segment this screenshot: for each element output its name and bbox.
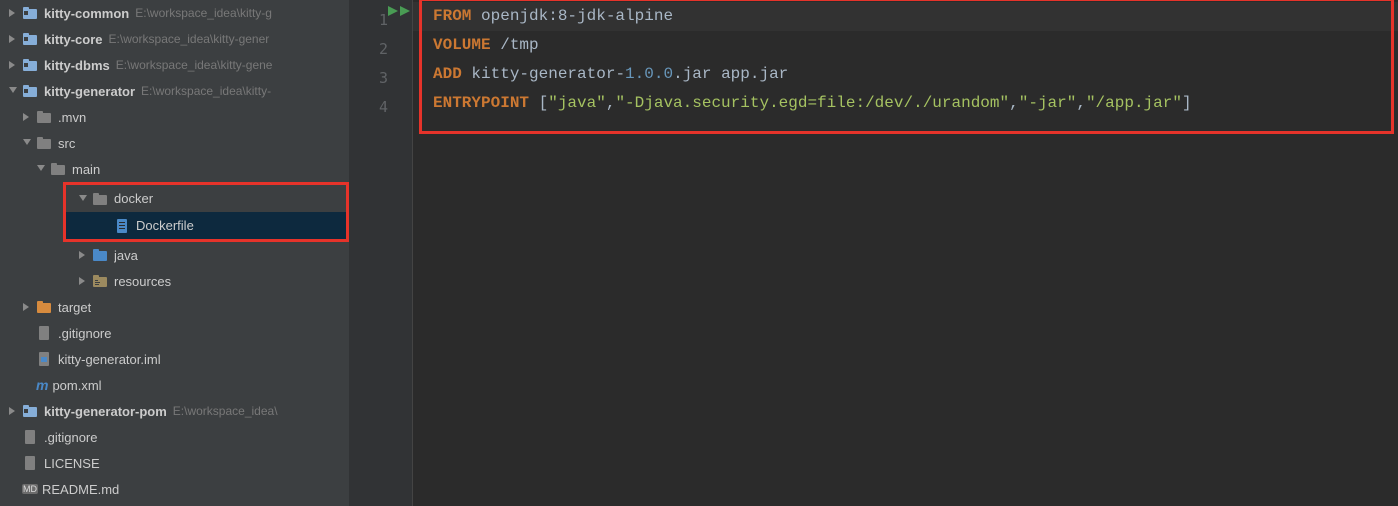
chevron-right-icon: [78, 250, 88, 260]
tree-path: E:\workspace_idea\kitty-gene: [116, 58, 273, 72]
tree-item-mvn[interactable]: .mvn: [0, 104, 349, 130]
resources-folder-icon: [92, 273, 108, 289]
chevron-down-icon: [8, 86, 18, 96]
source-folder-icon: [92, 247, 108, 263]
tree-label: Dockerfile: [136, 218, 194, 233]
tree-label: target: [58, 300, 91, 315]
line-number: 3: [349, 64, 412, 93]
tree-item-main[interactable]: main: [0, 156, 349, 182]
tree-label: java: [114, 248, 138, 263]
module-folder-icon: [22, 5, 38, 21]
folder-icon: [36, 109, 52, 125]
tree-label: resources: [114, 274, 171, 289]
tree-label: pom.xml: [52, 378, 101, 393]
chevron-right-icon: [78, 276, 88, 286]
editor-gutter: 1 2 3 4: [349, 0, 413, 506]
line-number: 4: [349, 93, 412, 122]
tree-item-kitty-generator-pom[interactable]: kitty-generator-pom E:\workspace_idea\: [0, 398, 349, 424]
folder-icon: [92, 191, 108, 207]
project-tree[interactable]: kitty-common E:\workspace_idea\kitty-g k…: [0, 0, 349, 506]
tree-label: LICENSE: [44, 456, 100, 471]
tree-label: kitty-dbms: [44, 58, 110, 73]
file-icon: [22, 455, 38, 471]
chevron-down-icon: [22, 138, 32, 148]
tree-label: .gitignore: [44, 430, 97, 445]
folder-icon: [36, 135, 52, 151]
highlighted-tree-section: docker Dockerfile: [63, 182, 349, 242]
chevron-down-icon: [78, 194, 88, 204]
module-folder-icon: [22, 31, 38, 47]
file-icon: [22, 429, 38, 445]
module-folder-icon: [22, 83, 38, 99]
highlighted-code-section: [419, 0, 1394, 134]
tree-label: README.md: [42, 482, 119, 497]
tree-path: E:\workspace_idea\: [173, 404, 278, 418]
tree-label: kitty-common: [44, 6, 129, 21]
tree-item-kitty-core[interactable]: kitty-core E:\workspace_idea\kitty-gener: [0, 26, 349, 52]
tree-item-target[interactable]: target: [0, 294, 349, 320]
tree-label: kitty-generator.iml: [58, 352, 161, 367]
dockerfile-icon: [114, 218, 130, 234]
chevron-right-icon: [22, 112, 32, 122]
tree-label: .mvn: [58, 110, 86, 125]
tree-item-java[interactable]: java: [0, 242, 349, 268]
tree-item-license[interactable]: LICENSE: [0, 450, 349, 476]
chevron-right-icon: [8, 406, 18, 416]
module-folder-icon: [22, 57, 38, 73]
file-icon: [36, 325, 52, 341]
chevron-right-icon: [8, 60, 18, 70]
chevron-down-icon: [36, 164, 46, 174]
editor-content[interactable]: FROM openjdk:8-jdk-alpine VOLUME /tmp AD…: [413, 0, 1398, 506]
tree-label: kitty-generator-pom: [44, 404, 167, 419]
tree-item-resources[interactable]: resources: [0, 268, 349, 294]
tree-path: E:\workspace_idea\kitty-: [141, 84, 271, 98]
iml-file-icon: [36, 351, 52, 367]
folder-icon: [50, 161, 66, 177]
tree-item-pom[interactable]: m pom.xml: [0, 372, 349, 398]
tree-label: kitty-generator: [44, 84, 135, 99]
tree-path: E:\workspace_idea\kitty-g: [135, 6, 272, 20]
tree-label: docker: [114, 191, 153, 206]
chevron-right-icon: [22, 302, 32, 312]
line-number: 2: [349, 35, 412, 64]
tree-item-docker[interactable]: docker: [66, 185, 346, 212]
tree-label: .gitignore: [58, 326, 111, 341]
tree-item-gitignore[interactable]: .gitignore: [0, 320, 349, 346]
tree-item-kitty-generator[interactable]: kitty-generator E:\workspace_idea\kitty-: [0, 78, 349, 104]
markdown-icon: MD: [22, 484, 38, 494]
tree-item-readme[interactable]: MD README.md: [0, 476, 349, 502]
tree-item-kitty-dbms[interactable]: kitty-dbms E:\workspace_idea\kitty-gene: [0, 52, 349, 78]
tree-item-kitty-common[interactable]: kitty-common E:\workspace_idea\kitty-g: [0, 0, 349, 26]
tree-label: main: [72, 162, 100, 177]
tree-item-gitignore-root[interactable]: .gitignore: [0, 424, 349, 450]
code-editor[interactable]: 1 2 3 4 FROM openjdk:8-jdk-alpine VOLUME…: [349, 0, 1398, 506]
chevron-right-icon: [8, 34, 18, 44]
module-folder-icon: [22, 403, 38, 419]
tree-path: E:\workspace_idea\kitty-gener: [109, 32, 270, 46]
tree-label: src: [58, 136, 75, 151]
target-folder-icon: [36, 299, 52, 315]
tree-item-dockerfile[interactable]: Dockerfile: [66, 212, 346, 239]
tree-item-src[interactable]: src: [0, 130, 349, 156]
chevron-right-icon: [8, 8, 18, 18]
tree-item-iml[interactable]: kitty-generator.iml: [0, 346, 349, 372]
tree-label: kitty-core: [44, 32, 103, 47]
maven-icon: m: [36, 377, 48, 393]
